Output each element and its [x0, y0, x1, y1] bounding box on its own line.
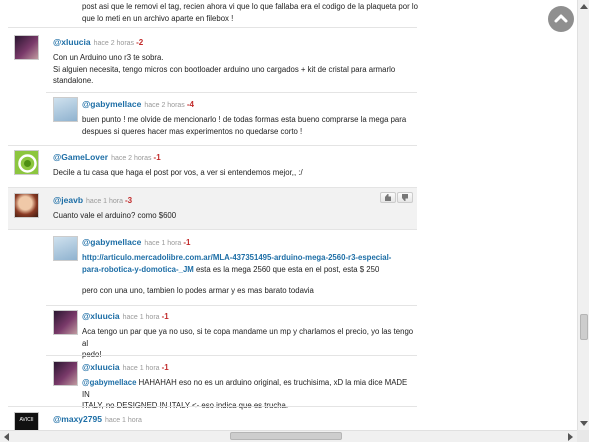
comment-meta: @xluucia hace 1 hora -1: [82, 311, 169, 321]
thumb-down-icon: [402, 194, 408, 201]
comment-votes: -1: [153, 153, 161, 162]
comment-votes: -2: [136, 38, 144, 47]
horizontal-scrollbar-thumb[interactable]: [230, 432, 342, 440]
comment-time: hace 1 hora: [122, 365, 160, 372]
scroll-left-arrow-icon[interactable]: [3, 433, 9, 441]
comment-author[interactable]: @xluucia: [82, 362, 120, 372]
gamelover-logo-icon: [18, 154, 37, 173]
scroll-down-arrow-icon[interactable]: [580, 421, 588, 427]
comment-text: buen punto ! me olvide de mencionarlo ! …: [82, 115, 407, 136]
comment-votes: -3: [125, 196, 133, 205]
comment-meta: @GameLover hace 2 horas -1: [53, 152, 161, 162]
scroll-up-arrow-icon[interactable]: [580, 3, 588, 9]
avatar[interactable]: [14, 193, 39, 218]
comment-author[interactable]: @jeavb: [53, 195, 83, 205]
comment-meta: @xluucia hace 2 horas -2: [53, 37, 143, 47]
chevron-up-icon: [554, 14, 568, 23]
vertical-scrollbar-thumb[interactable]: [580, 314, 588, 340]
divider: [8, 27, 417, 28]
comment-time: hace 1 hora: [104, 417, 142, 424]
comment-text: Cuanto vale el arduino? como $600: [53, 211, 177, 220]
comment-meta: @maxy2795 hace 1 hora: [53, 414, 142, 424]
previous-comment-text: post asi que le removi el tag, recien ah…: [82, 2, 418, 23]
comment-meta: @gabymellace hace 2 horas -4: [82, 99, 194, 109]
divider: [8, 145, 417, 146]
divider: [46, 92, 417, 93]
comment-time: hace 1 hora: [122, 314, 160, 321]
like-button[interactable]: [380, 192, 396, 203]
avatar-label: AVICII: [19, 417, 34, 423]
avatar[interactable]: AVICII: [14, 412, 39, 430]
avatar[interactable]: [53, 310, 78, 335]
avatar[interactable]: [14, 150, 39, 175]
comment-time: hace 2 horas: [93, 40, 135, 47]
comment-author[interactable]: @xluucia: [82, 311, 120, 321]
avatar[interactable]: [53, 97, 78, 122]
comment-time: hace 2 horas: [144, 102, 185, 109]
comment-meta: @xluucia hace 1 hora -1: [82, 362, 169, 372]
scroll-right-arrow-icon[interactable]: [568, 433, 574, 441]
comment-time: hace 2 horas: [111, 155, 152, 162]
comment-meta: @gabymellace hace 1 hora -1: [82, 237, 190, 247]
avatar[interactable]: [53, 361, 78, 386]
avatar[interactable]: [53, 236, 78, 261]
comment-author[interactable]: @gabymellace: [82, 237, 141, 247]
comment-author[interactable]: @gabymellace: [82, 99, 141, 109]
comment-author[interactable]: @GameLover: [53, 152, 108, 162]
comment-votes: -1: [161, 363, 169, 372]
comment-author[interactable]: @maxy2795: [53, 414, 102, 424]
comment-time: hace 1 hora: [144, 240, 182, 247]
comment-text: Con un Arduino uno r3 te sobra. Si algui…: [53, 53, 396, 85]
divider: [8, 229, 417, 230]
divider: [46, 355, 417, 356]
product-link-continued[interactable]: para-robotica-y-domotica-_JM: [82, 265, 194, 274]
comment-votes: -1: [161, 312, 169, 321]
product-link[interactable]: http://articulo.mercadolibre.com.ar/MLA-…: [82, 253, 391, 262]
comment-votes: -1: [183, 238, 191, 247]
mention-link[interactable]: @gabymellace: [82, 378, 136, 387]
comments-viewport: post asi que le removi el tag, recien ah…: [0, 0, 577, 430]
comment-text: http://articulo.mercadolibre.com.ar/MLA-…: [82, 253, 392, 295]
comment-votes: -4: [186, 100, 194, 109]
dislike-button[interactable]: [397, 192, 413, 203]
divider: [46, 305, 417, 306]
avatar[interactable]: [14, 35, 39, 60]
scrollbar-corner: [577, 430, 589, 442]
comment-meta: @jeavb hace 1 hora -3: [53, 195, 132, 205]
comment-text: Decile a tu casa que haga el post por vo…: [53, 168, 303, 177]
scroll-top-button[interactable]: [548, 6, 574, 32]
horizontal-scrollbar[interactable]: [0, 430, 577, 442]
divider: [8, 406, 417, 407]
comment-author[interactable]: @xluucia: [53, 37, 91, 47]
comment-time: hace 1 hora: [86, 198, 124, 205]
vertical-scrollbar[interactable]: [577, 0, 589, 430]
thumb-up-icon: [385, 194, 391, 201]
